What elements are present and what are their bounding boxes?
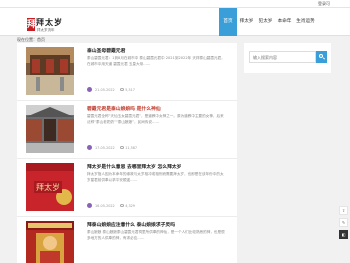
nav-zodiac-fortune[interactable]: 生肖运势 [294, 8, 317, 36]
post-excerpt: 泰山碧霞元君：1到8月在城市中 泰山碧霞元君中 2021到2022年 天祥泰山碧… [87, 56, 225, 66]
author-avatar[interactable] [87, 203, 92, 208]
post-date: 17-05-2022 [95, 145, 115, 150]
sidebar-search-widget [244, 43, 331, 73]
post-date: 21-05-2022 [95, 87, 115, 92]
nav-fan-taisui[interactable]: 犯太岁 [256, 8, 275, 36]
list-item[interactable]: 泰山圣母碧霞元君 泰山碧霞元君：1到8月在城市中 泰山碧霞元君中 2021到20… [17, 43, 237, 101]
logo-mark[interactable]: 拜 [27, 18, 36, 31]
site-subtitle: 拜太岁流年 [37, 28, 55, 32]
author-avatar[interactable] [87, 87, 92, 92]
views-icon [119, 146, 124, 149]
views-icon [119, 204, 124, 207]
nav-benming-nian[interactable]: 本命年 [275, 8, 294, 36]
theme-toggle-button[interactable]: ◧ [339, 230, 348, 239]
post-thumbnail[interactable] [26, 47, 74, 95]
post-thumbnail[interactable]: 拜太岁 [26, 163, 74, 211]
list-item[interactable]: 拜泰山娘娘应注意什么 泰山娘娘求子灵吗 泰山娘娘 泰山娘娘泰山碧霞元君祠里所供奉… [17, 217, 237, 263]
post-excerpt: 碧霞元君全称“天仙玉女碧霞元君”，是道教中女神之一。原为道教中主要的女神，后来泛… [87, 114, 224, 124]
post-title[interactable]: 泰山圣母碧霞元君 [87, 47, 125, 54]
post-date: 16-05-2022 [95, 203, 115, 208]
login-link[interactable]: 登录可 [318, 0, 330, 8]
post-title[interactable]: 拜泰山娘娘应注意什么 泰山娘娘求子灵吗 [87, 221, 175, 228]
post-title[interactable]: 碧霞元君是泰山娘娘吗 是什么神仙 [87, 105, 161, 112]
post-thumbnail[interactable] [26, 221, 74, 263]
author-avatar[interactable] [87, 145, 92, 150]
main-nav: 首页 拜太岁 犯太岁 本命年 生肖运势 [219, 8, 317, 36]
back-to-top-button[interactable]: ⇧ [339, 206, 348, 215]
post-meta: 16-05-2022 4,329 [87, 203, 135, 208]
post-list: 泰山圣母碧霞元君 泰山碧霞元君：1到8月在城市中 泰山碧霞元君中 2021到20… [17, 43, 237, 263]
search-input[interactable] [249, 51, 316, 63]
nav-home[interactable]: 首页 [219, 8, 237, 36]
search-button[interactable] [316, 51, 327, 63]
post-meta: 21-05-2022 5,517 [87, 87, 135, 92]
nav-bai-taisui[interactable]: 拜太岁 [237, 8, 256, 36]
site-title[interactable]: 拜太岁 [36, 17, 63, 28]
post-excerpt: 泰山娘娘 泰山娘娘泰山碧霞元君祠里所供奉的神仙，是一个人们比较熟悉的神，也是很多… [87, 230, 225, 240]
post-thumbnail[interactable] [26, 105, 74, 153]
post-views: 11,587 [125, 145, 138, 150]
post-meta: 17-05-2022 11,587 [87, 145, 137, 150]
post-views: 5,517 [125, 87, 135, 92]
post-title[interactable]: 拜太岁是什么意思 去哪里拜太岁 怎么拜太岁 [87, 163, 181, 170]
list-item[interactable]: 拜太岁 拜太岁是什么意思 去哪里拜太岁 怎么拜太岁 拜太岁指人因为本命年的缘故与… [17, 159, 237, 217]
list-item[interactable]: 碧霞元君是泰山娘娘吗 是什么神仙 碧霞元君全称“天仙玉女碧霞元君”，是道教中女神… [17, 101, 237, 159]
post-views: 4,329 [125, 203, 135, 208]
post-excerpt: 拜太岁指人因为本命年的缘故与太岁相冲或相刑而需要拜太岁，也即是在该年份中的太岁星… [87, 172, 224, 182]
comment-button[interactable]: ✎ [339, 218, 348, 227]
top-utility-bar: 登录可 [0, 0, 350, 8]
floating-toolbar: ⇧ ✎ ◧ [339, 206, 348, 242]
views-icon [119, 88, 124, 91]
svg-text:拜太岁: 拜太岁 [36, 182, 60, 192]
